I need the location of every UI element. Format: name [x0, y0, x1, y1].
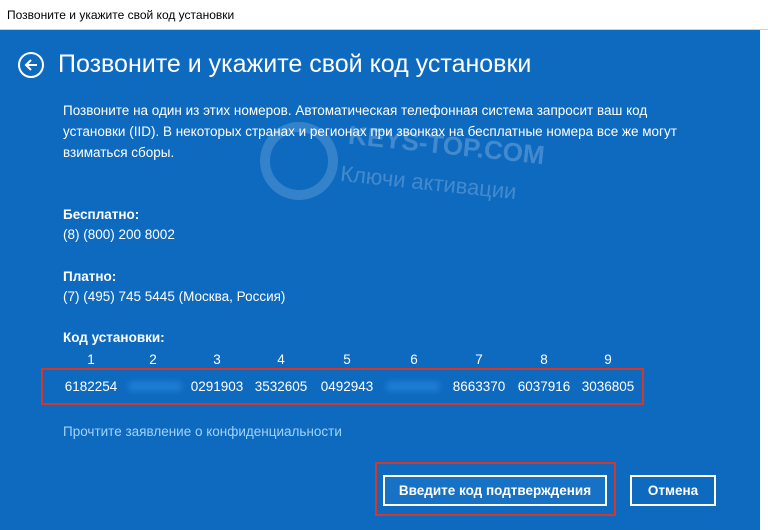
installation-id-label: Код установки: — [63, 330, 165, 345]
page-title: Позвоните и укажите свой код установки — [58, 50, 532, 78]
window-title: Позвоните и укажите свой код установки — [7, 8, 235, 22]
iid-group-number: 4 — [277, 352, 285, 367]
back-arrow-icon[interactable] — [18, 52, 44, 78]
iid-group-number: 9 — [604, 352, 612, 367]
iid-group-number: 8 — [540, 352, 548, 367]
free-label: Бесплатно: — [63, 207, 140, 222]
iid-group-number: 3 — [213, 352, 221, 367]
activation-panel: KEYS-TOP.COM Ключи активации Позвоните и… — [0, 30, 760, 530]
privacy-statement-link[interactable]: Прочтите заявление о конфиденциальности — [63, 424, 342, 439]
iid-group-number: 7 — [475, 352, 483, 367]
iid-group-number: 1 — [87, 352, 95, 367]
free-number: (8) (800) 200 8002 — [63, 227, 175, 242]
paid-number: (7) (495) 745 5445 (Москва, Россия) — [63, 289, 286, 304]
window-edge — [760, 30, 768, 530]
enter-confirmation-code-button[interactable]: Введите код подтверждения — [383, 475, 607, 506]
watermark-subtitle: Ключи активации — [339, 160, 518, 205]
title-bar: Позвоните и укажите свой код установки — [0, 0, 768, 30]
cancel-button[interactable]: Отмена — [630, 475, 716, 506]
iid-group-number: 2 — [149, 352, 157, 367]
iid-group-number: 6 — [410, 352, 418, 367]
iid-highlight-frame — [41, 368, 644, 405]
instructions-text: Позвоните на один из этих номеров. Автом… — [63, 103, 677, 160]
paid-label: Платно: — [63, 269, 117, 284]
iid-group-number: 5 — [343, 352, 351, 367]
